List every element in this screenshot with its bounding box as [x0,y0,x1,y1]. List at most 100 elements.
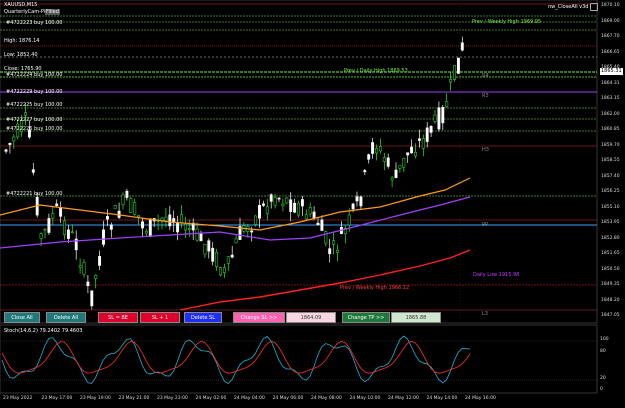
change-tp-button[interactable]: Change TP >> [342,312,390,323]
candle-body [312,211,316,219]
candle-body [367,154,371,160]
time-axis-label: 23 May 17:00 [41,396,73,401]
stoch-label: Stoch(14,6,2) 79.2402 79.4603 [4,328,83,334]
symbol-label: XAUUSD,M15 [4,2,38,8]
candle-body [133,202,137,215]
candle-body [12,136,16,142]
price-axis-label: 1869.00 [601,18,620,24]
candle-body [382,157,386,162]
candle-body [265,206,269,214]
candle-body [59,208,63,217]
price-axis-label: 1864.31 [601,80,620,86]
candle-body [222,267,226,274]
candle-body [277,197,281,200]
candle-body [4,149,8,152]
order-label: #4722225 buy 100.00 [6,102,63,108]
candle-body [269,194,273,202]
candle-body [113,205,117,209]
candle-body [24,112,27,116]
order-label: #4722229 buy 100.00 [6,89,63,95]
candle-body [47,218,51,233]
candle-body [51,213,55,219]
candle-body [289,199,293,212]
candle-body [137,215,141,218]
candle-body [456,57,460,74]
price-axis-label: 1862.00 [601,111,620,117]
candle-body [98,256,102,266]
candle-body [160,217,164,221]
candle-body [70,231,74,234]
price-axis-label: 1851.65 [601,251,620,256]
time-axis-label: 23 May 21:00 [118,396,150,401]
level-label: L3 [482,311,488,317]
candle-body [121,194,125,205]
candle-body [66,229,70,239]
price-axis-label: 1848.20 [601,297,620,303]
price-axis-label: 1859.70 [601,142,620,148]
time-axis-label: 24 May 08:00 [311,396,342,401]
candle-body [402,157,406,168]
time-axis-label: 23 May 23:00 [157,396,188,401]
candle-body [90,290,94,307]
delete-sl-button[interactable]: Delete SL [184,312,222,323]
tp-value-input[interactable]: 1865.88 [391,312,441,323]
price-axis-label: 1863.15 [601,96,620,101]
time-axis-label: 24 May 06:00 [272,396,304,401]
order-label: #4722221 buy 100.00 [6,191,63,197]
price-axis-label: 1858.55 [601,158,620,163]
osc-axis-label: 100 [600,337,609,342]
candle-body [351,203,355,210]
candle-body [273,197,277,206]
candle-body [433,114,437,122]
current-price-tag: 1865.31 [600,68,623,75]
candle-body [449,79,453,83]
level-label: Prev / Weekly High 1969.95 [472,19,542,25]
candle-body [293,202,297,213]
candle-body [414,152,417,157]
filled-box: Filled [45,9,60,15]
candle-body [297,202,300,216]
price-axis-label: 1867.70 [601,34,620,39]
price-chart[interactable] [0,0,625,408]
low-label: Low: 1852.40 [4,52,38,58]
candle-body [347,214,351,226]
candle-body [406,152,410,156]
sl-value-input[interactable]: 1864.09 [286,312,336,323]
sl-plus-one-button[interactable]: SL + 1 [140,312,180,323]
settings-icon[interactable] [590,3,598,11]
price-axis-label: 1847.05 [601,313,620,318]
price-axis-label: 1857.40 [601,173,620,179]
osc-axis-label: 20 [600,376,606,381]
delete-all-button[interactable]: Delete All [46,312,86,323]
candle-body [316,222,320,225]
time-axis-label: 24 May 16:00 [465,396,496,401]
price-axis-label: 1849.35 [601,282,620,287]
candle-body [180,214,183,223]
price-axis-label: 1866.65 [601,49,620,55]
price-axis-label: 1853.95 [601,220,620,225]
candle-body [453,65,456,80]
candle-body [215,251,219,267]
candle-body [207,240,211,252]
time-axis-label: 24 May 14:00 [426,396,458,401]
price-axis-label: 1852.80 [601,235,620,241]
candle-body [55,203,59,207]
time-axis-label: 24 May 12:00 [388,396,419,401]
time-axis-label: 23 May 2022 [3,396,33,401]
candle-body [386,157,390,167]
level-label: Prev / Daily High 1869.53 [344,68,408,74]
candle-body [320,219,324,231]
candle-body [187,227,191,230]
candle-body [86,281,90,287]
change-sl-button[interactable]: Change SL >> [233,312,285,323]
candle-body [355,196,359,202]
candle-body [164,216,168,221]
candle-body [176,221,180,233]
level-label: R4 [482,73,489,79]
sl-be-button[interactable]: SL = BE [98,312,138,323]
candle-body [254,215,258,225]
candle-body [105,216,109,220]
close-all-button[interactable]: Close All [4,312,40,323]
order-label: #4722226 buy 100.00 [6,126,63,132]
candle-body [437,107,441,130]
